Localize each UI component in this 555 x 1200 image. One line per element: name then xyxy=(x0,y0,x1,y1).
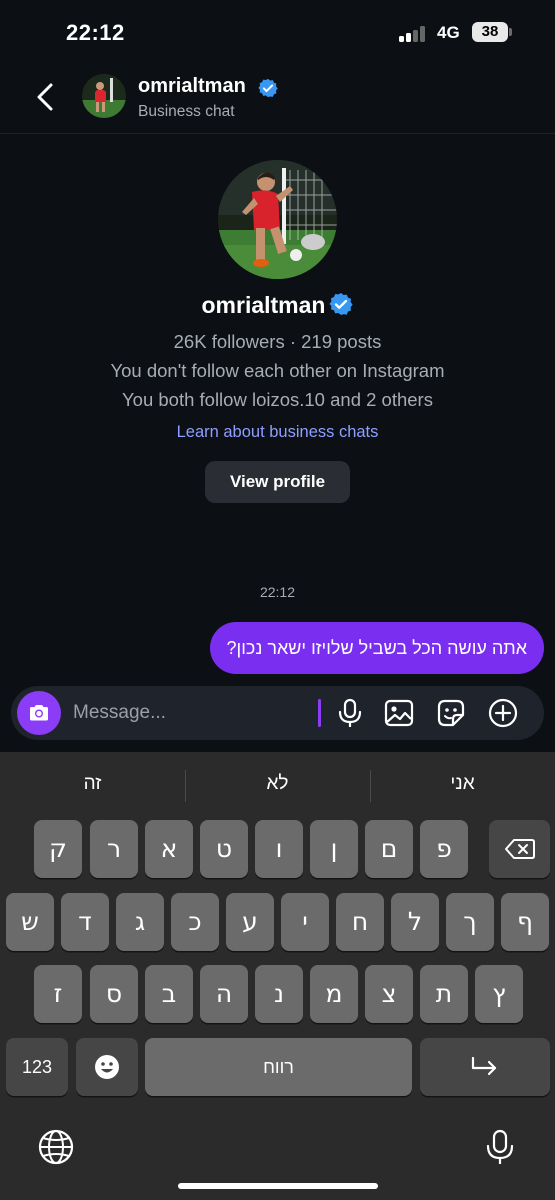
key[interactable]: ז xyxy=(34,965,82,1023)
key[interactable]: נ xyxy=(255,965,303,1023)
battery-icon: 38 xyxy=(472,22,508,42)
key[interactable]: ק xyxy=(34,820,82,878)
plus-circle-icon[interactable] xyxy=(487,697,519,729)
key[interactable]: מ xyxy=(310,965,358,1023)
text-caret xyxy=(318,699,321,727)
key[interactable]: ם xyxy=(365,820,413,878)
key[interactable]: ו xyxy=(255,820,303,878)
follow-status: You don't follow each other on Instagram xyxy=(110,360,445,381)
camera-icon[interactable] xyxy=(17,691,61,735)
key[interactable]: ל xyxy=(391,893,439,951)
image-icon[interactable] xyxy=(383,697,415,729)
verified-badge-icon xyxy=(258,78,278,98)
home-indicator[interactable] xyxy=(178,1183,378,1189)
outgoing-message-bubble[interactable]: אתה עושה הכל בשביל שלויזו ישאר נכון? xyxy=(209,622,544,674)
header-avatar[interactable] xyxy=(82,74,126,118)
key[interactable]: פ xyxy=(420,820,468,878)
key[interactable]: ד xyxy=(61,893,109,951)
key[interactable]: ן xyxy=(310,820,358,878)
space-key[interactable]: רווח xyxy=(145,1038,412,1096)
return-icon[interactable] xyxy=(420,1038,550,1096)
key[interactable]: ע xyxy=(226,893,274,951)
header-username[interactable]: omrialtman xyxy=(138,75,246,98)
key[interactable]: ש xyxy=(6,893,54,951)
battery-tip xyxy=(509,28,512,36)
key[interactable]: ס xyxy=(90,965,138,1023)
key[interactable]: א xyxy=(145,820,193,878)
key[interactable]: ח xyxy=(336,893,384,951)
key[interactable]: י xyxy=(281,893,329,951)
numbers-key[interactable]: 123 xyxy=(6,1038,68,1096)
key[interactable]: ר xyxy=(90,820,138,878)
key[interactable]: ץ xyxy=(475,965,523,1023)
suggestion-1[interactable]: זה xyxy=(0,766,185,802)
suggestion-2[interactable]: לא xyxy=(185,766,370,802)
verified-badge-icon xyxy=(329,292,354,316)
dictation-microphone-icon[interactable] xyxy=(480,1127,520,1167)
profile-avatar[interactable] xyxy=(218,160,337,279)
globe-icon[interactable] xyxy=(36,1127,76,1167)
message-input[interactable] xyxy=(73,697,313,729)
microphone-icon[interactable] xyxy=(334,697,366,729)
view-profile-button[interactable]: View profile xyxy=(205,461,350,503)
key[interactable]: ך xyxy=(446,893,494,951)
key[interactable]: ת xyxy=(420,965,468,1023)
key[interactable]: כ xyxy=(171,893,219,951)
backspace-icon[interactable] xyxy=(489,820,550,878)
keyboard: זה לא אני ק ר א ט ו ן ם פ ש ד ג כ ע י ח … xyxy=(0,752,555,1200)
emoji-icon[interactable] xyxy=(76,1038,138,1096)
learn-business-chats-link[interactable]: Learn about business chats xyxy=(0,423,555,442)
network-type: 4G xyxy=(437,23,460,42)
suggestion-3[interactable]: אני xyxy=(370,766,555,802)
profile-stats: 26K followers · 219 posts xyxy=(173,331,382,352)
header-subtitle: Business chat xyxy=(138,103,235,120)
signal-icon xyxy=(399,26,429,42)
key[interactable]: ף xyxy=(501,893,549,951)
profile-name-row: omrialtman xyxy=(0,292,555,319)
key[interactable]: ג xyxy=(116,893,164,951)
key[interactable]: ה xyxy=(200,965,248,1023)
chat-header: omrialtman Business chat xyxy=(0,66,555,134)
key[interactable]: ב xyxy=(145,965,193,1023)
key[interactable]: ט xyxy=(200,820,248,878)
back-chevron-icon[interactable] xyxy=(30,80,64,114)
profile-username: omrialtman xyxy=(201,292,326,318)
message-composer xyxy=(11,686,544,740)
mutual-followers: You both follow loizos.10 and 2 others xyxy=(122,389,433,410)
key[interactable]: צ xyxy=(365,965,413,1023)
status-time: 22:12 xyxy=(66,20,125,45)
status-bar: 22:12 4G 38 xyxy=(0,0,555,66)
message-timestamp: 22:12 xyxy=(259,584,296,600)
sticker-icon[interactable] xyxy=(435,697,467,729)
